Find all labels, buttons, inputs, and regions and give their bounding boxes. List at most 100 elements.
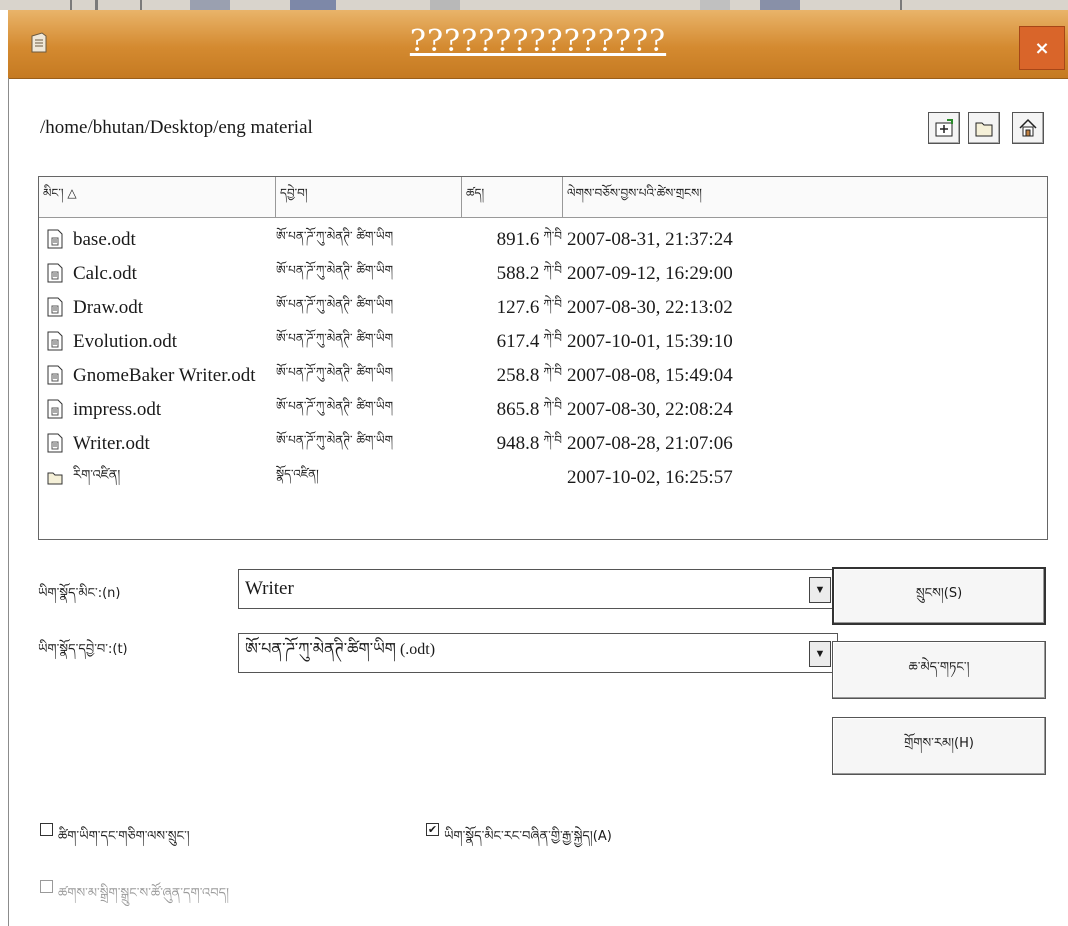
file-type: ཨོ་པན་ཌོ་ཀུ་མེནཊི་ ཚིག་ཡིག (276, 263, 394, 277)
chevron-down-icon[interactable]: ▼ (809, 577, 831, 603)
file-size-unit: ཀེ་བི (543, 433, 562, 447)
filetype-value: ཨོ་པན་ཌོ་ཀུ་མེནཊི་ཚིག་ཡིག (.odt) (245, 640, 436, 658)
chevron-down-icon[interactable]: ▼ (809, 641, 831, 667)
document-icon (47, 399, 63, 419)
file-size: 588.2 ཀེ་བི (462, 257, 562, 291)
file-modified: 2007-08-28, 21:07:06 (567, 433, 733, 454)
file-modified: 2007-10-02, 16:25:57 (567, 467, 733, 488)
file-size: 865.8 ཀེ་བི (462, 393, 562, 427)
filename-label: ཡིག་སྣོད་མིང་:(n) (38, 586, 121, 601)
save-button[interactable]: སྲུངས།(S) (832, 567, 1046, 625)
file-name: Writer.odt (73, 433, 150, 454)
file-row[interactable]: impress.odt ཨོ་པན་ཌོ་ཀུ་མེནཊི་ ཚིག་ཡིག 865… (39, 393, 1047, 427)
file-size-value: 127.6 (496, 297, 540, 318)
file-size: 258.8 ཀེ་བི (462, 359, 562, 393)
title-bar[interactable]: ??????????????? × (8, 10, 1068, 79)
background-desktop-strip (0, 0, 1068, 10)
filter-options-checkbox[interactable] (40, 880, 53, 893)
window-border (8, 78, 9, 926)
file-name: Calc.odt (73, 263, 137, 284)
file-size: 127.6 ཀེ་བི (462, 291, 562, 325)
file-row[interactable]: Evolution.odt ཨོ་པན་ཌོ་ཀུ་མེནཊི་ ཚིག་ཡིག 6… (39, 325, 1047, 359)
file-modified: 2007-09-12, 16:29:00 (567, 263, 733, 284)
file-name: impress.odt (73, 399, 162, 420)
filetype-label: ཡིག་སྣོད་དབྱེ་བ་:(t) (38, 642, 128, 657)
file-modified: 2007-08-08, 15:49:04 (567, 365, 733, 386)
file-name: GnomeBaker Writer.odt (73, 365, 256, 386)
auto-extension-checkbox[interactable]: ✔ (426, 823, 439, 836)
file-size: 891.6 ཀེ་བི (462, 223, 562, 257)
file-modified: 2007-08-30, 22:13:02 (567, 297, 733, 318)
column-header-modified[interactable]: ལེགས་བཅོས་བྱས་པའི་ཚེས་གྲངས། (563, 177, 1047, 217)
file-row[interactable]: རིག་འཛིན། སྣོད་འཛིན། 2007-10-02, 16:25:57 (39, 461, 1047, 495)
file-type: ཨོ་པན་ཌོ་ཀུ་མེནཊི་ ཚིག་ཡིག (276, 229, 394, 243)
file-rows: base.odt ཨོ་པན་ཌོ་ཀུ་མེནཊི་ ཚིག་ཡིག 891.6 ཀ… (39, 223, 1047, 523)
filename-value: Writer (245, 578, 294, 599)
close-icon: × (1034, 37, 1050, 59)
file-name: Draw.odt (73, 297, 143, 318)
folder-icon (47, 467, 63, 487)
file-name: Evolution.odt (73, 331, 177, 352)
file-modified: 2007-08-31, 21:37:24 (567, 229, 733, 250)
cancel-button[interactable]: ཆ་མེད་གཏང་། (832, 641, 1046, 699)
document-icon (47, 365, 63, 385)
help-button[interactable]: གྲོགས་རམ།(H) (832, 717, 1046, 775)
file-size (462, 461, 562, 495)
file-size-value: 948.8 (496, 433, 540, 454)
close-button[interactable]: × (1019, 26, 1065, 70)
file-size-unit: ཀེ་བི (543, 229, 562, 243)
file-type: ཨོ་པན་ཌོ་ཀུ་མེནཊི་ ཚིག་ཡིག (276, 399, 394, 413)
auto-extension-label: ཡིག་སྣོད་མིང་རང་བཞིན་གྱི་རྒྱ་སྐྱེད།(A) (444, 829, 612, 844)
document-icon (47, 331, 63, 351)
file-size-unit: ཀེ་བི (543, 331, 562, 345)
column-header-type[interactable]: དབྱེ་བ། (276, 177, 462, 217)
file-size-value: 891.6 (496, 229, 540, 250)
file-size-value: 865.8 (496, 399, 540, 420)
folder-up-icon (935, 119, 953, 137)
column-header-name[interactable]: མིང་། △ (39, 177, 276, 217)
file-row[interactable]: GnomeBaker Writer.odt ཨོ་པན་ཌོ་ཀུ་མེནཊི་ … (39, 359, 1047, 393)
file-size-unit: ཀེ་བི (543, 263, 562, 277)
document-icon (47, 433, 63, 453)
options-label: ཚིག་ཡིག་དང་གཅིག་ལས་སྲུང་། (58, 829, 190, 844)
file-row[interactable]: base.odt ཨོ་པན་ཌོ་ཀུ་མེནཊི་ ཚིག་ཡིག 891.6 ཀ… (39, 223, 1047, 257)
file-size: 948.8 ཀེ་བི (462, 427, 562, 461)
new-folder-button[interactable] (968, 112, 1000, 144)
document-icon (47, 229, 63, 249)
list-header: མིང་། △ དབྱེ་བ། ཚད། ལེགས་བཅོས་བྱས་པའི་ཚེ… (39, 177, 1047, 218)
file-modified: 2007-10-01, 15:39:10 (567, 331, 733, 352)
filter-options-label: ཚགས་མ་སྒྲིག་སྒྲུང་ས་ཚོ་ཞུན་དག་འབད། (58, 886, 229, 901)
file-type: ཨོ་པན་ཌོ་ཀུ་མེནཊི་ ཚིག་ཡིག (276, 331, 394, 345)
home-icon (1019, 118, 1037, 137)
document-icon (47, 263, 63, 283)
home-button[interactable] (1012, 112, 1044, 144)
checkmark-icon: ✔ (427, 823, 438, 836)
file-row[interactable]: Calc.odt ཨོ་པན་ཌོ་ཀུ་མེནཊི་ ཚིག་ཡིག 588.2 ཀ… (39, 257, 1047, 291)
file-size-unit: ཀེ་བི (543, 365, 562, 379)
file-size-unit: ཀེ་བི (543, 399, 562, 413)
file-size-value: 617.4 (496, 331, 540, 352)
current-path: /home/bhutan/Desktop/eng material (40, 117, 313, 138)
file-modified: 2007-08-30, 22:08:24 (567, 399, 733, 420)
filetype-select[interactable]: ཨོ་པན་ཌོ་ཀུ་མེནཊི་ཚིག་ཡིག (.odt) ▼ (238, 633, 838, 673)
options-checkbox[interactable] (40, 823, 53, 836)
file-size-value: 258.8 (496, 365, 540, 386)
up-folder-button[interactable] (928, 112, 960, 144)
window-title: ??????????????? (409, 24, 667, 59)
document-icon (47, 297, 63, 317)
file-type: སྣོད་འཛིན། (276, 467, 319, 481)
file-list[interactable]: མིང་། △ དབྱེ་བ། ཚད། ལེགས་བཅོས་བྱས་པའི་ཚེ… (38, 176, 1048, 540)
file-name: རིག་འཛིན། (73, 467, 121, 483)
file-row[interactable]: Draw.odt ཨོ་པན་ཌོ་ཀུ་མེནཊི་ ཚིག་ཡིག 127.6 ཀ… (39, 291, 1047, 325)
file-size-value: 588.2 (496, 263, 540, 284)
file-row[interactable]: Writer.odt ཨོ་པན་ཌོ་ཀུ་མེནཊི་ ཚིག་ཡིག 948.… (39, 427, 1047, 461)
new-folder-icon (975, 122, 993, 137)
file-type: ཨོ་པན་ཌོ་ཀུ་མེནཊི་ ཚིག་ཡིག (276, 297, 394, 311)
filename-field[interactable]: Writer ▼ (238, 569, 838, 609)
file-type: ཨོ་པན་ཌོ་ཀུ་མེནཊི་ ཚིག་ཡིག (276, 365, 394, 379)
file-size-unit: ཀེ་བི (543, 297, 562, 311)
file-size: 617.4 ཀེ་བི (462, 325, 562, 359)
file-name: base.odt (73, 229, 136, 250)
column-header-size[interactable]: ཚད། (462, 177, 563, 217)
file-type: ཨོ་པན་ཌོ་ཀུ་མེནཊི་ ཚིག་ཡིག (276, 433, 394, 447)
